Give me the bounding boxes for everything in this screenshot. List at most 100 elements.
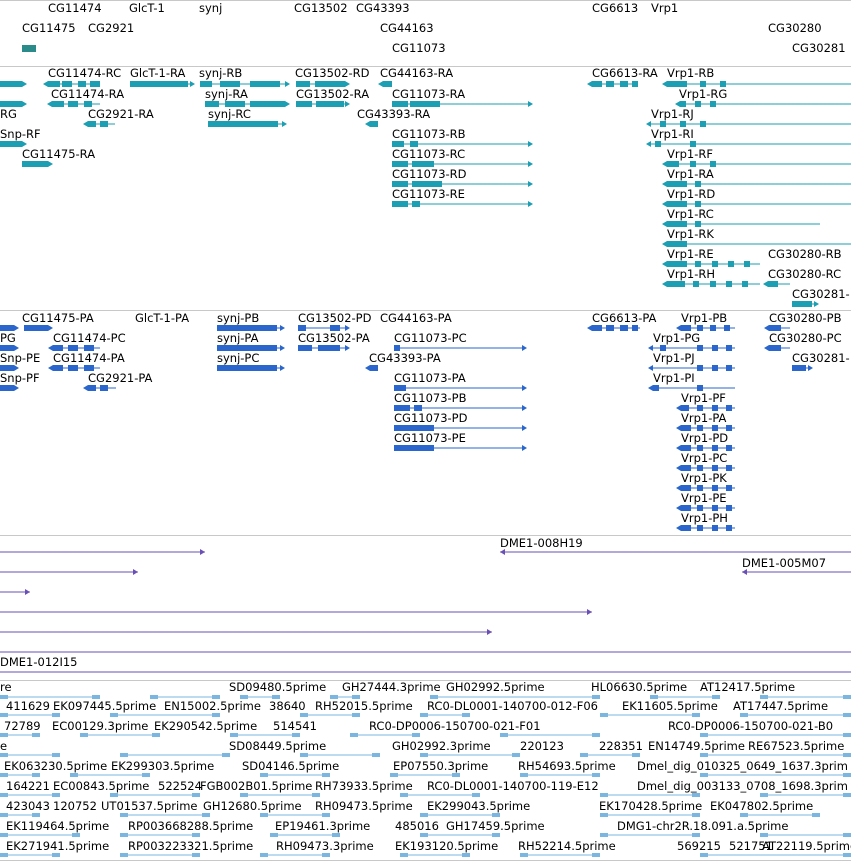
est-exon[interactable] [760,793,768,797]
est-exon[interactable] [740,813,748,817]
est-exon[interactable] [843,713,851,717]
gene-label[interactable]: Vrp1 [651,2,678,14]
transcript-label[interactable]: Vrp1-RA [667,168,714,180]
est-label[interactable]: EN14749.5prime [648,740,745,752]
gene-label[interactable]: CG6613 [592,2,638,14]
transcript-label[interactable]: Vrp1-RJ [651,108,694,120]
protein-glyph-exon[interactable] [792,365,806,371]
est-exon[interactable] [270,833,278,837]
transcript-glyph-exon[interactable] [250,81,280,87]
est-exon[interactable] [843,793,851,797]
protein-label[interactable]: Vrp1-PE [681,492,727,504]
est-label[interactable]: 120752 [53,800,97,812]
est-label[interactable]: e [0,740,7,752]
transcript-label[interactable]: GlcT-1-RA [130,67,185,79]
transcript-label[interactable]: CG11073-RE [392,188,465,200]
transcript-label[interactable]: Vrp1-RG [679,88,727,100]
protein-glyph-exon[interactable] [653,385,659,391]
protein-label[interactable]: synj-PC [217,352,259,364]
est-label[interactable]: SD08449.5prime [229,740,326,752]
protein-glyph-exon[interactable] [726,485,732,491]
est-label[interactable]: HL06630.5prime [591,681,687,693]
protein-label[interactable]: CG13502-PA [298,332,370,344]
protein-label[interactable]: Vrp1-PC [681,452,727,464]
est-label[interactable]: EK119464.5prime [6,820,109,832]
protein-label[interactable]: CG6613-PA [592,312,656,324]
est-exon[interactable] [492,833,500,837]
est-label[interactable]: 485016 [395,820,439,832]
protein-label[interactable]: CG11474-PC [53,332,126,344]
est-exon[interactable] [700,753,708,757]
protein-label[interactable]: Vrp1-PK [681,472,727,484]
est-exon[interactable] [300,713,308,717]
est-exon[interactable] [512,753,520,757]
transcript-glyph-exon[interactable] [52,101,64,107]
transcript-label[interactable]: CG44163-RA [380,67,453,79]
est-exon[interactable] [400,853,408,857]
est-label[interactable]: GH12680.5prime [203,800,302,812]
est-label[interactable]: RC0-DP0006-150700-021-F01 [369,720,541,732]
transcript-label[interactable]: CG2921-RA [88,108,154,120]
est-exon[interactable] [352,713,360,717]
est-exon[interactable] [32,773,40,777]
transcript-glyph-exon[interactable] [655,141,661,147]
est-label[interactable]: RH09473.5prime [315,800,413,812]
transcript-glyph-exon[interactable] [0,141,22,147]
est-label[interactable]: GH02992.5prime [446,681,545,693]
transcript-label[interactable]: Vrp1-RF [667,148,713,160]
est-exon[interactable] [472,793,480,797]
est-exon[interactable] [142,773,150,777]
transcript-label[interactable]: CG43393-RA [357,108,430,120]
est-exon[interactable] [300,753,308,757]
protein-label[interactable]: CG11474-PA [53,352,125,364]
est-label[interactable]: 72789 [4,720,41,732]
est-exon[interactable] [70,773,78,777]
est-label[interactable]: UT01537.5prime [101,800,198,812]
est-label[interactable]: SD09480.5prime [229,681,326,693]
gene-label[interactable]: CG11474 [48,2,102,14]
est-label[interactable]: RH54693.5prime [518,760,616,772]
gene-label[interactable]: CG30281 [792,42,846,54]
protein-label[interactable]: CG44163-PA [380,312,452,324]
est-exon[interactable] [843,773,851,777]
est-label[interactable]: 423043 [6,800,50,812]
protein-label[interactable]: Snp-PE [0,352,40,364]
protein-glyph-exon[interactable] [24,325,48,331]
est-exon[interactable] [520,773,528,777]
protein-label[interactable]: CG30280-PB [769,312,842,324]
est-exon[interactable] [52,753,60,757]
transcript-glyph-exon[interactable] [316,101,344,107]
est-label[interactable]: GH02992.3prime [392,740,491,752]
protein-glyph-exon[interactable] [318,345,340,351]
protein-label[interactable]: CG11073-PD [394,412,467,424]
est-exon[interactable] [120,833,128,837]
est-exon[interactable] [692,813,700,817]
protein-label[interactable]: Vrp1-PD [681,432,728,444]
protein-glyph-exon[interactable] [298,345,312,351]
protein-glyph-exon[interactable] [394,445,434,451]
protein-label[interactable]: Vrp1-PG [653,332,700,344]
est-label[interactable]: FGB002B01.5prime [200,780,312,792]
transcript-label[interactable]: CG11073-RB [392,128,466,140]
protein-glyph-exon[interactable] [370,365,378,371]
protein-glyph-exon[interactable] [726,525,732,531]
est-exon[interactable] [0,833,8,837]
est-exon[interactable] [0,813,8,817]
transcript-glyph-exon[interactable] [744,261,750,267]
transcript-glyph-exon[interactable] [728,261,734,267]
transcript-label[interactable]: CG13502-RA [296,88,369,100]
transcript-label[interactable]: CG30280-RC [768,268,841,280]
est-label[interactable]: 411629 [6,700,50,712]
est-label[interactable]: EK299303.5prime [111,760,214,772]
protein-glyph-exon[interactable] [726,345,732,351]
est-exon[interactable] [202,813,210,817]
protein-glyph-exon[interactable] [724,325,730,331]
est-label[interactable]: Dmel_dig_003133_0708_1698.3prim [637,780,848,792]
est-exon[interactable] [72,833,80,837]
est-exon[interactable] [312,793,320,797]
gene-label[interactable]: CG13502 [294,2,348,14]
est-label[interactable]: EK271941.5prime [6,840,109,852]
transcript-label[interactable]: CG30281- [792,288,850,300]
gene-label[interactable]: CG30280 [768,22,822,34]
gene-label[interactable]: CG2921 [88,22,134,34]
